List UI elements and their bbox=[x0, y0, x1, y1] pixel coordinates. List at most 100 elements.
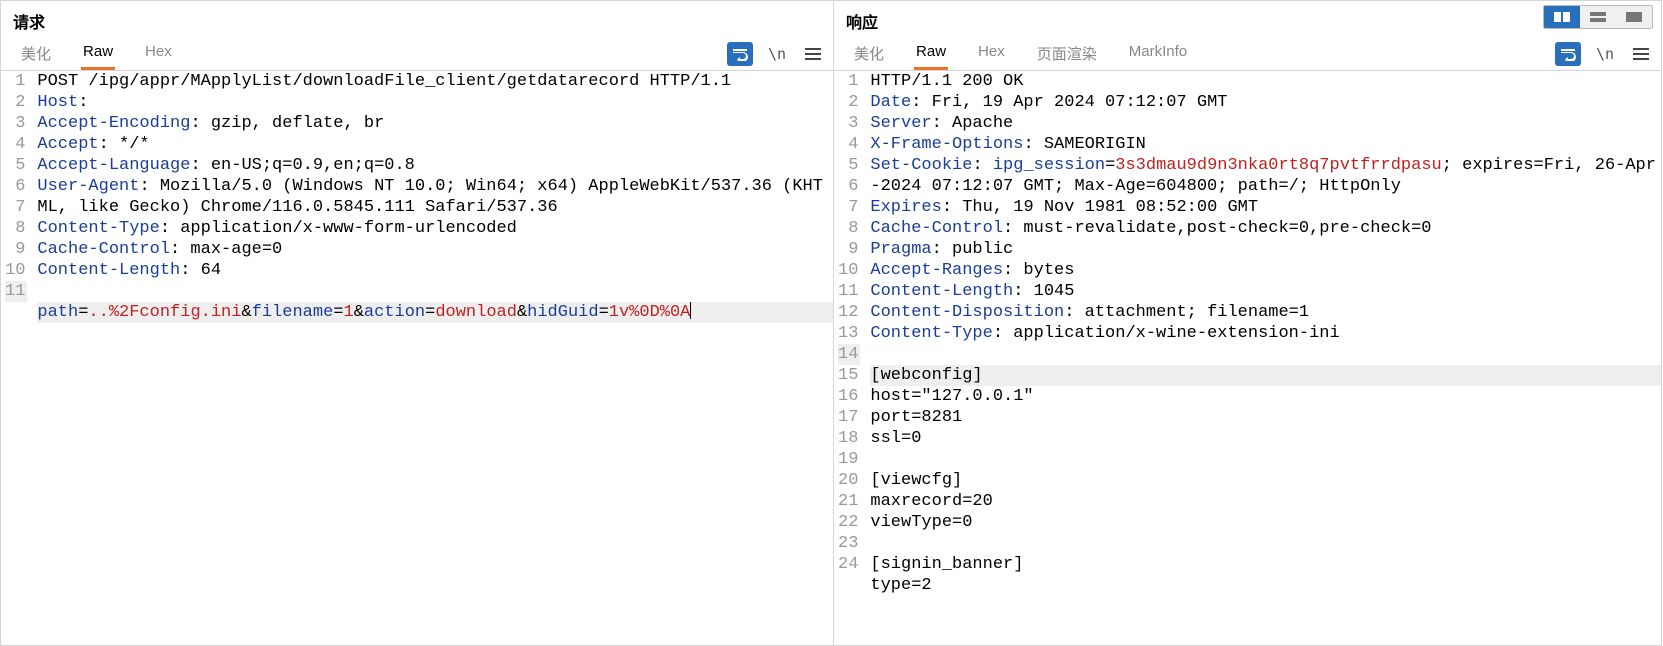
response-code-area[interactable]: 123456789101112131415161718192021222324 … bbox=[834, 71, 1661, 645]
code-line[interactable]: Host: bbox=[37, 92, 833, 113]
code-line[interactable]: [viewcfg] bbox=[870, 470, 1661, 491]
request-tabs: 美化 Raw Hex bbox=[9, 37, 174, 70]
code-line[interactable]: viewType=0 bbox=[870, 512, 1661, 533]
code-line[interactable]: POST /ipg/appr/MApplyList/downloadFile_c… bbox=[37, 71, 833, 92]
line-number: 13 bbox=[838, 323, 860, 344]
code-line[interactable]: Cache-Control: must-revalidate,post-chec… bbox=[870, 218, 1661, 239]
line-number: 3 bbox=[838, 113, 860, 134]
code-line[interactable]: Accept-Language: en-US;q=0.9,en;q=0.8 bbox=[37, 155, 833, 176]
request-panel: 请求 美化RawHex \n 1234567891011 POST /ipg/a… bbox=[0, 0, 834, 646]
tab-raw[interactable]: Raw bbox=[914, 37, 948, 70]
code-line[interactable]: [webconfig] bbox=[870, 365, 1661, 386]
code-line[interactable]: Accept-Encoding: gzip, deflate, br bbox=[37, 113, 833, 134]
code-line[interactable]: Date: Fri, 19 Apr 2024 07:12:07 GMT bbox=[870, 92, 1661, 113]
view-toggle bbox=[1543, 5, 1653, 29]
response-toolbar: \n bbox=[1555, 42, 1653, 66]
tab-raw[interactable]: Raw bbox=[81, 37, 115, 70]
line-number: 1 bbox=[838, 71, 860, 92]
code-line[interactable]: Content-Type: application/x-www-form-url… bbox=[37, 218, 833, 239]
line-number: 19 bbox=[838, 449, 860, 470]
line-number: 21 bbox=[838, 491, 860, 512]
request-code-area[interactable]: 1234567891011 POST /ipg/appr/MApplyList/… bbox=[1, 71, 833, 645]
request-toolbar: \n bbox=[727, 42, 825, 66]
menu-icon[interactable] bbox=[801, 42, 825, 66]
tab-hex[interactable]: Hex bbox=[143, 37, 174, 70]
request-gutter: 1234567891011 bbox=[1, 71, 33, 645]
code-line[interactable]: Pragma: public bbox=[870, 239, 1661, 260]
tab-markinfo[interactable]: MarkInfo bbox=[1127, 37, 1189, 70]
code-line[interactable]: host="127.0.0.1" bbox=[870, 386, 1661, 407]
code-line[interactable]: X-Frame-Options: SAMEORIGIN bbox=[870, 134, 1661, 155]
line-number: 11 bbox=[5, 281, 27, 302]
request-tabs-row: 美化 Raw Hex \n bbox=[1, 37, 833, 71]
line-number: 8 bbox=[838, 218, 860, 239]
response-tabs: 美化 Raw Hex 页面渲染 MarkInfo bbox=[842, 37, 1189, 70]
tab-hex[interactable]: Hex bbox=[976, 37, 1007, 70]
line-number: 5 bbox=[838, 155, 860, 176]
code-line[interactable] bbox=[870, 533, 1661, 554]
code-line[interactable]: maxrecord=20 bbox=[870, 491, 1661, 512]
line-number: 6 bbox=[5, 176, 27, 197]
code-line[interactable]: Set-Cookie: ipg_session=3s3dmau9d9n3nka0… bbox=[870, 155, 1661, 197]
code-line[interactable]: Accept: */* bbox=[37, 134, 833, 155]
code-line[interactable]: Content-Length: 1045 bbox=[870, 281, 1661, 302]
menu-icon[interactable] bbox=[1629, 42, 1653, 66]
tab-页面渲染[interactable]: 页面渲染 bbox=[1035, 37, 1099, 70]
line-number: 22 bbox=[838, 512, 860, 533]
code-line[interactable]: Content-Disposition: attachment; filenam… bbox=[870, 302, 1661, 323]
code-line[interactable]: path=..%2Fconfig.ini&filename=1&action=d… bbox=[37, 302, 833, 323]
code-line[interactable]: ssl=0 bbox=[870, 428, 1661, 449]
response-tabs-row: 美化 Raw Hex 页面渲染 MarkInfo \n bbox=[834, 37, 1661, 71]
line-number: 4 bbox=[838, 134, 860, 155]
request-title: 请求 bbox=[1, 1, 833, 37]
line-number: 2 bbox=[5, 92, 27, 113]
line-number: 12 bbox=[838, 302, 860, 323]
line-number: 3 bbox=[5, 113, 27, 134]
view-toggle-single[interactable] bbox=[1616, 6, 1652, 28]
wrap-icon[interactable] bbox=[727, 42, 753, 66]
line-number: 23 bbox=[838, 533, 860, 554]
newline-icon[interactable]: \n bbox=[765, 42, 789, 66]
code-line[interactable]: Accept-Ranges: bytes bbox=[870, 260, 1661, 281]
wrap-icon[interactable] bbox=[1555, 42, 1581, 66]
line-number: 7 bbox=[838, 197, 860, 218]
code-line[interactable]: [signin_banner] bbox=[870, 554, 1661, 575]
line-number: 1 bbox=[5, 71, 27, 92]
code-line[interactable] bbox=[870, 449, 1661, 470]
line-number: 14 bbox=[838, 344, 860, 365]
line-number: 6 bbox=[838, 176, 860, 197]
response-panel: 响应 美化RawHex页面渲染MarkInfo \n 1234567891011… bbox=[833, 0, 1662, 646]
code-line[interactable]: type=2 bbox=[870, 575, 1661, 596]
view-toggle-rows[interactable] bbox=[1580, 6, 1616, 28]
response-gutter: 123456789101112131415161718192021222324 bbox=[834, 71, 866, 645]
code-line[interactable] bbox=[870, 344, 1661, 365]
code-line[interactable]: Content-Type: application/x-wine-extensi… bbox=[870, 323, 1661, 344]
response-title: 响应 bbox=[834, 1, 1661, 37]
line-number: 8 bbox=[5, 218, 27, 239]
newline-icon[interactable]: \n bbox=[1593, 42, 1617, 66]
line-number: 7 bbox=[5, 197, 27, 218]
response-lines[interactable]: HTTP/1.1 200 OKDate: Fri, 19 Apr 2024 07… bbox=[866, 71, 1661, 645]
code-line[interactable]: Expires: Thu, 19 Nov 1981 08:52:00 GMT bbox=[870, 197, 1661, 218]
line-number: 4 bbox=[5, 134, 27, 155]
line-number: 20 bbox=[838, 470, 860, 491]
code-line[interactable]: Server: Apache bbox=[870, 113, 1661, 134]
line-number: 18 bbox=[838, 428, 860, 449]
code-line[interactable]: Cache-Control: max-age=0 bbox=[37, 239, 833, 260]
code-line[interactable] bbox=[37, 281, 833, 302]
tab-美化[interactable]: 美化 bbox=[19, 37, 53, 70]
line-number: 15 bbox=[838, 365, 860, 386]
line-number: 9 bbox=[838, 239, 860, 260]
line-number: 11 bbox=[838, 281, 860, 302]
code-line[interactable]: User-Agent: Mozilla/5.0 (Windows NT 10.0… bbox=[37, 176, 833, 218]
line-number: 2 bbox=[838, 92, 860, 113]
code-line[interactable]: port=8281 bbox=[870, 407, 1661, 428]
code-line[interactable]: HTTP/1.1 200 OK bbox=[870, 71, 1661, 92]
tab-美化[interactable]: 美化 bbox=[852, 37, 886, 70]
view-toggle-columns[interactable] bbox=[1544, 6, 1580, 28]
request-lines[interactable]: POST /ipg/appr/MApplyList/downloadFile_c… bbox=[33, 71, 833, 645]
code-line[interactable]: Content-Length: 64 bbox=[37, 260, 833, 281]
line-number: 10 bbox=[5, 260, 27, 281]
text-cursor bbox=[690, 302, 691, 319]
line-number: 10 bbox=[838, 260, 860, 281]
